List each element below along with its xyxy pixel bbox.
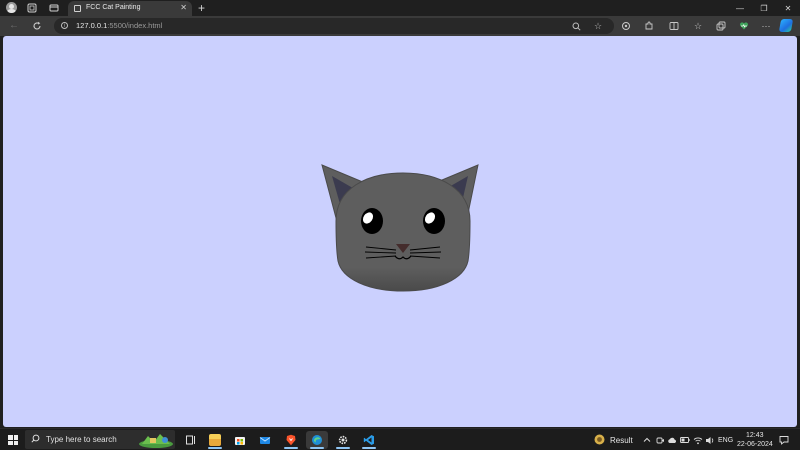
chevron-up-icon[interactable] bbox=[642, 435, 652, 445]
collections-icon[interactable] bbox=[715, 20, 727, 32]
settings-gear-icon[interactable] bbox=[332, 431, 354, 449]
star-icon[interactable]: ☆ bbox=[592, 20, 604, 32]
profile-avatar-icon[interactable] bbox=[6, 2, 17, 13]
clock-date[interactable]: 22-06-2024 bbox=[737, 441, 773, 448]
refresh-icon[interactable] bbox=[31, 20, 43, 32]
browser-toolbar: ← i 127.0.0.1:5500/index.html ☆ ☆ ··· bbox=[0, 16, 800, 36]
zoom-icon[interactable] bbox=[570, 20, 582, 32]
page-favicon-icon bbox=[74, 5, 81, 12]
site-info-icon[interactable]: i bbox=[61, 22, 68, 29]
battery-icon[interactable] bbox=[680, 435, 690, 445]
url-path: :5500/index.html bbox=[107, 21, 163, 30]
windows-start-icon[interactable] bbox=[8, 435, 18, 445]
language-indicator[interactable]: ENG bbox=[718, 437, 733, 444]
onedrive-cloud-icon[interactable] bbox=[667, 435, 677, 445]
windows-taskbar: Type here to search Result ENG 12:43 22-… bbox=[0, 428, 800, 450]
more-icon[interactable]: ··· bbox=[760, 20, 772, 32]
cat-head bbox=[335, 172, 471, 292]
workspaces-icon[interactable] bbox=[26, 2, 38, 14]
copilot-icon[interactable] bbox=[778, 19, 794, 32]
cat-svg bbox=[321, 164, 479, 292]
wifi-icon[interactable] bbox=[693, 435, 703, 445]
tab-actions-icon[interactable] bbox=[48, 2, 60, 14]
browser-window: FCC Cat Painting ✕ + — ❐ ✕ ← i 127.0.0.1… bbox=[0, 0, 800, 450]
task-view-icon[interactable] bbox=[180, 431, 202, 449]
address-bar[interactable]: i 127.0.0.1:5500/index.html ☆ bbox=[54, 18, 614, 34]
cat-painting bbox=[318, 161, 488, 301]
tab-strip: FCC Cat Painting ✕ + — ❐ ✕ bbox=[0, 0, 800, 16]
split-screen-icon[interactable] bbox=[668, 20, 680, 32]
mail-icon[interactable] bbox=[254, 431, 276, 449]
microsoft-store-icon[interactable] bbox=[229, 431, 251, 449]
minimize-button[interactable]: — bbox=[730, 1, 750, 15]
page-viewport bbox=[3, 36, 797, 427]
back-arrow-icon[interactable]: ← bbox=[8, 20, 20, 32]
vscode-icon[interactable] bbox=[358, 431, 380, 449]
notification-icon[interactable] bbox=[779, 435, 789, 445]
favorites-icon[interactable]: ☆ bbox=[692, 20, 704, 32]
search-placeholder: Type here to search bbox=[46, 435, 117, 444]
taskbar-search-box[interactable]: Type here to search bbox=[25, 430, 175, 449]
new-tab-button[interactable]: + bbox=[198, 0, 205, 16]
search-highlight-illustration-icon bbox=[139, 434, 173, 448]
maximize-button[interactable]: ❐ bbox=[754, 1, 774, 15]
search-icon bbox=[31, 434, 40, 443]
puzzle-extension-icon[interactable] bbox=[643, 20, 655, 32]
microsoft-edge-icon[interactable] bbox=[306, 431, 328, 449]
heart-pulse-icon[interactable] bbox=[738, 20, 750, 32]
url-text[interactable]: 127.0.0.1:5500/index.html bbox=[76, 21, 162, 30]
weather-sun-icon[interactable] bbox=[594, 434, 605, 445]
clock-time[interactable]: 12:43 bbox=[746, 432, 764, 439]
tab-fcc-cat-painting[interactable]: FCC Cat Painting ✕ bbox=[68, 1, 192, 16]
close-window-button[interactable]: ✕ bbox=[778, 1, 798, 15]
weather-label[interactable]: Result bbox=[610, 436, 633, 445]
url-host: 127.0.0.1 bbox=[76, 21, 108, 30]
extension-icon[interactable] bbox=[620, 20, 632, 32]
meet-now-icon[interactable] bbox=[655, 435, 665, 445]
brave-browser-icon[interactable] bbox=[280, 431, 302, 449]
tab-close-icon[interactable]: ✕ bbox=[180, 3, 187, 12]
tab-title: FCC Cat Painting bbox=[86, 4, 141, 11]
volume-icon[interactable] bbox=[705, 435, 715, 445]
file-explorer-icon[interactable] bbox=[204, 431, 226, 449]
